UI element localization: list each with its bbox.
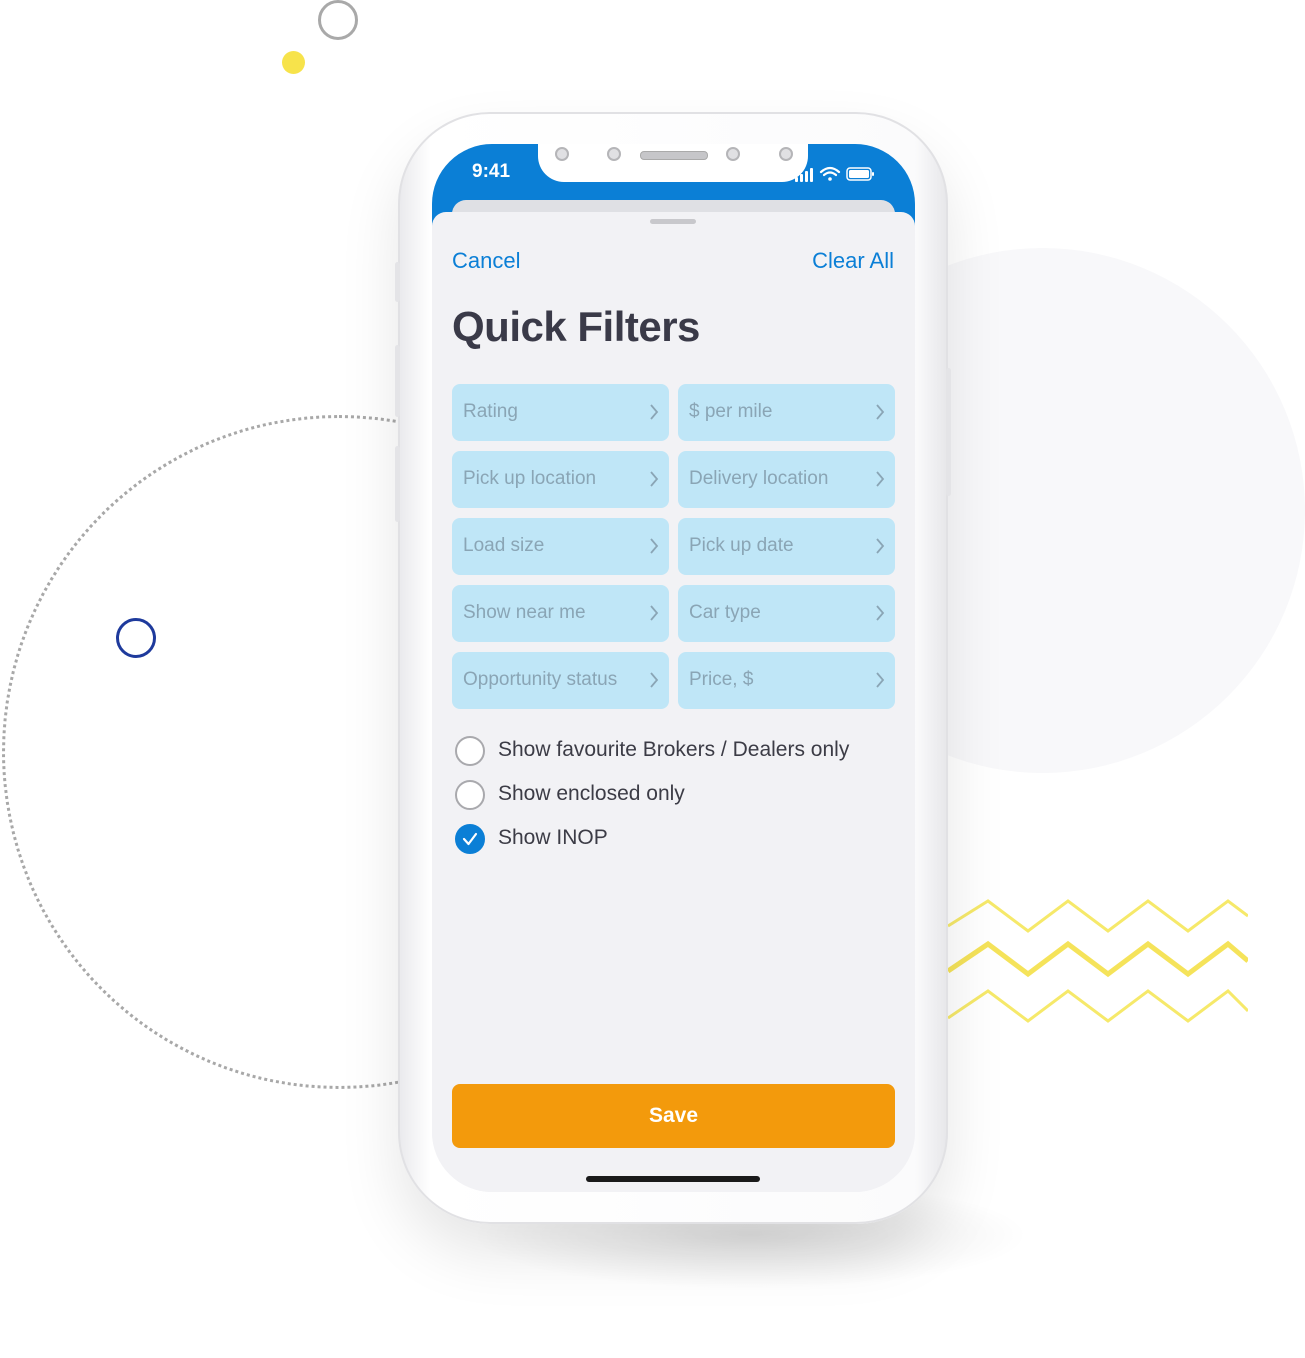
zigzag-decoration [948, 899, 1248, 1023]
filter-label: $ per mile [689, 401, 773, 422]
filter-label: Pick up location [463, 468, 597, 489]
yellow-dot-decoration [282, 51, 305, 74]
home-indicator[interactable] [586, 1176, 760, 1182]
chevron-right-icon [650, 471, 659, 487]
chevron-right-icon [876, 404, 885, 420]
chevron-right-icon [650, 404, 659, 420]
sheet-grabber[interactable] [650, 219, 696, 224]
filter-label: Show near me [463, 602, 586, 623]
battery-icon [846, 167, 874, 181]
quick-filters-sheet: Cancel Clear All Quick Filters Rating $ … [432, 212, 915, 1192]
phone-screen: 9:41 Cancel Clear All Quick Filters Rati… [432, 144, 915, 1192]
chevron-right-icon [876, 605, 885, 621]
navy-ring-decoration [116, 618, 156, 658]
option-favourite-brokers[interactable]: Show favourite Brokers / Dealers only [455, 736, 875, 766]
radio-unchecked-icon[interactable] [455, 736, 485, 766]
filter-label: Car type [689, 602, 761, 623]
front-camera-icon [726, 147, 740, 161]
filter-delivery-location[interactable]: Delivery location [678, 451, 895, 508]
chevron-right-icon [650, 538, 659, 554]
filter-label: Price, $ [689, 669, 754, 690]
phone-notch [538, 144, 808, 182]
chevron-right-icon [876, 471, 885, 487]
camera-lens-icon [555, 147, 569, 161]
filter-label: Rating [463, 401, 518, 422]
phone-side-button-power [946, 368, 951, 496]
radio-unchecked-icon[interactable] [455, 780, 485, 810]
filter-label: Delivery location [689, 468, 829, 489]
filter-opportunity-status[interactable]: Opportunity status [452, 652, 669, 709]
option-label: Show favourite Brokers / Dealers only [498, 738, 850, 761]
save-button[interactable]: Save [452, 1084, 895, 1148]
option-label: Show INOP [498, 826, 608, 849]
proximity-sensor-icon [779, 147, 793, 161]
filter-load-size[interactable]: Load size [452, 518, 669, 575]
speaker-grille [640, 151, 708, 160]
filter-per-mile[interactable]: $ per mile [678, 384, 895, 441]
wifi-icon [819, 166, 841, 181]
status-time: 9:41 [472, 161, 511, 182]
checkmark-icon[interactable] [455, 824, 485, 854]
option-label: Show enclosed only [498, 782, 685, 805]
filter-label: Opportunity status [463, 669, 618, 690]
filter-pickup-date[interactable]: Pick up date [678, 518, 895, 575]
option-enclosed-only[interactable]: Show enclosed only [455, 780, 755, 810]
chevron-right-icon [650, 605, 659, 621]
filter-car-type[interactable]: Car type [678, 585, 895, 642]
filter-show-near-me[interactable]: Show near me [452, 585, 669, 642]
sensor-icon [607, 147, 621, 161]
cancel-button[interactable]: Cancel [452, 248, 520, 274]
chevron-right-icon [876, 538, 885, 554]
page-title: Quick Filters [452, 303, 700, 350]
filter-label: Pick up date [689, 535, 794, 556]
chevron-right-icon [876, 672, 885, 688]
option-show-inop[interactable]: Show INOP [455, 824, 655, 854]
filter-rating[interactable]: Rating [452, 384, 669, 441]
gray-ring-decoration [318, 0, 358, 40]
filter-pickup-location[interactable]: Pick up location [452, 451, 669, 508]
phone-side-button-silent [395, 262, 400, 302]
phone-side-button-volume-down [395, 446, 400, 522]
filter-label: Load size [463, 535, 545, 556]
chevron-right-icon [650, 672, 659, 688]
filter-price[interactable]: Price, $ [678, 652, 895, 709]
clear-all-button[interactable]: Clear All [812, 248, 894, 274]
phone-side-button-volume-up [395, 345, 400, 417]
